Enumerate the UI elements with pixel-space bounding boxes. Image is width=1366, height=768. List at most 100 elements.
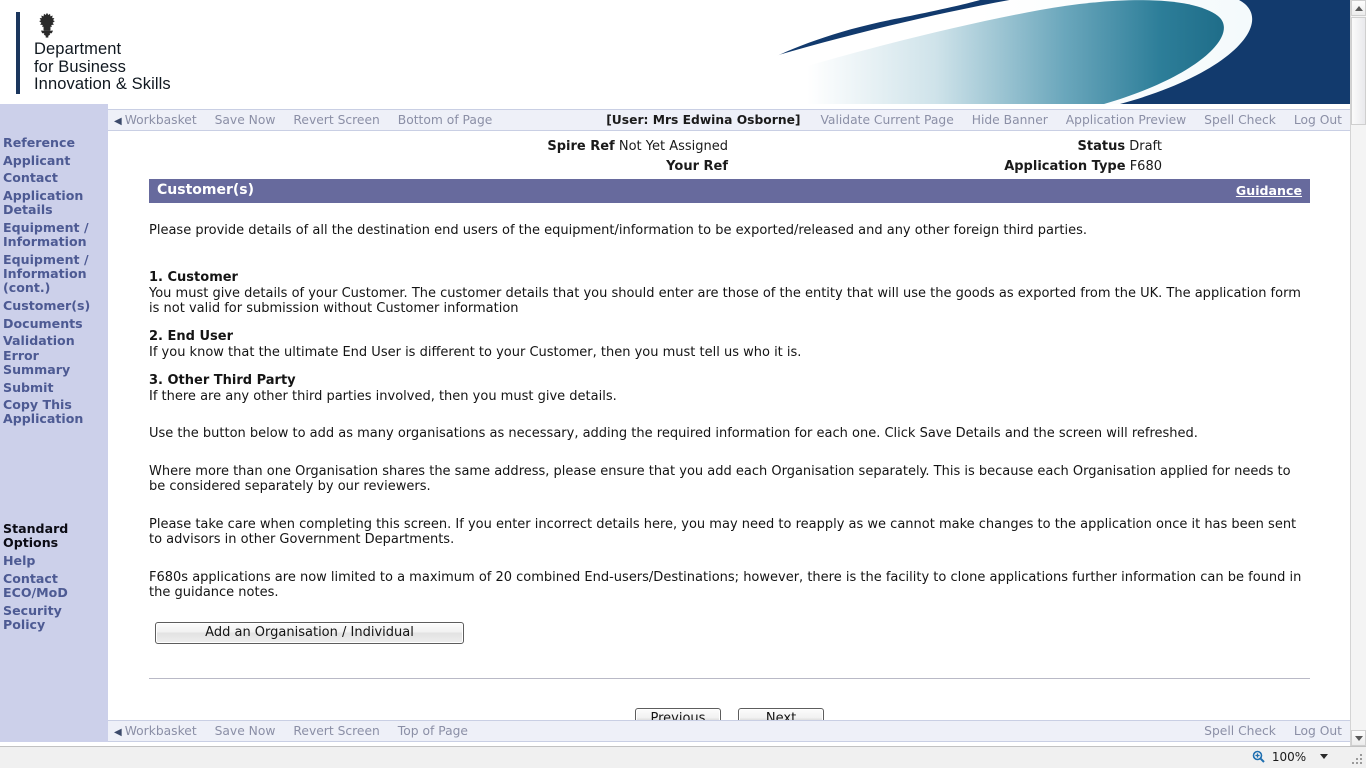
department-logo: Department for Business Innovation & Ski… bbox=[16, 12, 171, 94]
department-name-line1: Department bbox=[34, 40, 122, 58]
customer-heading: 1. Customer bbox=[149, 270, 238, 285]
zoom-dropdown-caret-icon[interactable] bbox=[1320, 754, 1328, 759]
browser-status-bar: 100% bbox=[0, 746, 1366, 768]
vertical-scrollbar[interactable] bbox=[1350, 0, 1366, 746]
current-user-label: [User: Mrs Edwina Osborne] bbox=[606, 113, 801, 127]
your-ref-row: Your Ref bbox=[108, 157, 728, 177]
intro-paragraph: Please provide details of all the destin… bbox=[149, 223, 1087, 238]
department-name-line3: Innovation & Skills bbox=[34, 75, 171, 93]
reference-left-column: Spire Ref Not Yet Assigned Your Ref bbox=[108, 137, 728, 177]
sidebar-item-copy-this-application[interactable]: Copy This Application bbox=[0, 398, 108, 427]
end-user-text: If you know that the ultimate End User i… bbox=[149, 345, 802, 360]
royal-crest-icon bbox=[39, 12, 55, 38]
top-nav-left-group: ◀ Workbasket Save Now Revert Screen Botto… bbox=[114, 113, 492, 127]
site-banner: Department for Business Innovation & Ski… bbox=[0, 0, 1350, 104]
footer-navigation-bar: ◀ Workbasket Save Now Revert Screen Top o… bbox=[108, 720, 1350, 742]
footer-nav-top-of-page[interactable]: Top of Page bbox=[398, 724, 468, 738]
reference-summary-bar: Spire Ref Not Yet Assigned Your Ref Stat… bbox=[108, 131, 1350, 179]
application-type-label: Application Type bbox=[1004, 159, 1126, 174]
top-nav-right-group: [User: Mrs Edwina Osborne] Validate Curr… bbox=[606, 113, 1342, 127]
end-user-heading: 2. End User bbox=[149, 329, 233, 344]
top-nav-save-now[interactable]: Save Now bbox=[215, 113, 276, 127]
page-title: Customer(s) bbox=[157, 182, 255, 198]
sidebar-primary-group: Reference Applicant Contact Application … bbox=[0, 104, 108, 427]
status-label: Status bbox=[1077, 139, 1126, 154]
footer-nav-log-out[interactable]: Log Out bbox=[1294, 724, 1342, 738]
footer-nav-left-group: ◀ Workbasket Save Now Revert Screen Top o… bbox=[114, 724, 468, 738]
your-ref-label: Your Ref bbox=[666, 159, 728, 174]
footer-nav-workbasket[interactable]: ◀ Workbasket bbox=[114, 724, 197, 738]
top-nav-revert-screen[interactable]: Revert Screen bbox=[293, 113, 379, 127]
customer-text: You must give details of your Customer. … bbox=[149, 286, 1301, 316]
add-organisations-paragraph: Use the button below to add as many orga… bbox=[149, 426, 1198, 441]
scroll-up-button[interactable] bbox=[1351, 0, 1366, 16]
other-third-party-heading: 3. Other Third Party bbox=[149, 373, 296, 388]
footer-nav-revert-screen[interactable]: Revert Screen bbox=[293, 724, 379, 738]
status-row: Status Draft bbox=[782, 137, 1162, 157]
application-type-row: Application Type F680 bbox=[782, 157, 1162, 177]
sidebar-item-contact-eco-mod[interactable]: Contact ECO/MoD bbox=[0, 571, 108, 600]
sidebar-navigation: Reference Applicant Contact Application … bbox=[0, 104, 108, 768]
top-nav-workbasket[interactable]: ◀ Workbasket bbox=[114, 113, 197, 127]
banner-swoosh bbox=[0, 0, 1350, 104]
sidebar-item-validation-error-summary[interactable]: Validation Error Summary bbox=[0, 334, 108, 377]
footer-nav-save-now[interactable]: Save Now bbox=[215, 724, 276, 738]
chevron-up-icon bbox=[1355, 6, 1363, 11]
main-content: Spire Ref Not Yet Assigned Your Ref Stat… bbox=[108, 131, 1350, 730]
zoom-control[interactable]: 100% bbox=[1252, 750, 1328, 764]
top-nav-bottom-of-page[interactable]: Bottom of Page bbox=[398, 113, 493, 127]
sidebar-item-equipment-information-cont[interactable]: Equipment / Information (cont.) bbox=[0, 252, 108, 296]
footer-nav-spell-check[interactable]: Spell Check bbox=[1204, 724, 1276, 738]
sidebar-item-help[interactable]: Help bbox=[0, 553, 108, 568]
sidebar-item-customers[interactable]: Customer(s) bbox=[0, 298, 108, 313]
department-name-line2: for Business bbox=[34, 57, 126, 76]
limit-paragraph: F680s applications are now limited to a … bbox=[149, 570, 1302, 600]
status-value: Draft bbox=[1129, 139, 1162, 154]
footer-nav-workbasket-label: Workbasket bbox=[124, 724, 197, 738]
instructions-body: Please provide details of all the destin… bbox=[149, 203, 1310, 644]
sidebar-item-documents[interactable]: Documents bbox=[0, 316, 108, 331]
guidance-link[interactable]: Guidance bbox=[1236, 183, 1302, 198]
sidebar-standard-options-heading: Standard Options bbox=[3, 521, 69, 551]
sidebar-item-applicant[interactable]: Applicant bbox=[0, 153, 108, 168]
sidebar-item-application-details[interactable]: Application Details bbox=[0, 188, 108, 217]
take-care-paragraph: Please take care when completing this sc… bbox=[149, 517, 1297, 547]
sidebar-item-equipment-information[interactable]: Equipment / Information bbox=[0, 220, 108, 249]
window-resize-grip-icon[interactable] bbox=[1350, 752, 1364, 766]
zoom-level-label: 100% bbox=[1271, 750, 1307, 764]
magnifier-plus-icon bbox=[1252, 750, 1265, 763]
spire-ref-label: Spire Ref bbox=[547, 139, 615, 154]
sidebar-item-contact[interactable]: Contact bbox=[0, 171, 108, 185]
other-third-party-text: If there are any other third parties inv… bbox=[149, 389, 617, 404]
top-nav-spell-check[interactable]: Spell Check bbox=[1204, 113, 1276, 127]
browser-page: Department for Business Innovation & Ski… bbox=[0, 0, 1366, 768]
sidebar-item-reference[interactable]: Reference bbox=[0, 135, 108, 150]
shared-address-paragraph: Where more than one Organisation shares … bbox=[149, 464, 1291, 494]
reference-right-column: Status Draft Application Type F680 bbox=[782, 137, 1162, 177]
sidebar-standard-options-group: Standard Options Help Contact ECO/MoD Se… bbox=[0, 521, 108, 632]
sidebar-item-submit[interactable]: Submit bbox=[0, 380, 108, 395]
back-arrow-icon: ◀ bbox=[114, 116, 122, 127]
section-header-bar: Customer(s) Guidance bbox=[149, 179, 1310, 203]
top-navigation-bar: ◀ Workbasket Save Now Revert Screen Botto… bbox=[108, 109, 1350, 131]
scrollbar-thumb[interactable] bbox=[1351, 17, 1366, 125]
back-arrow-icon: ◀ bbox=[114, 727, 122, 738]
application-type-value: F680 bbox=[1129, 159, 1162, 174]
sidebar-divider-space bbox=[0, 430, 108, 522]
spire-ref-row: Spire Ref Not Yet Assigned bbox=[108, 137, 728, 157]
top-nav-validate-current-page[interactable]: Validate Current Page bbox=[820, 113, 953, 127]
footer-nav-right-group: Spell Check Log Out bbox=[1204, 724, 1342, 738]
add-organisation-button[interactable]: Add an Organisation / Individual bbox=[155, 622, 464, 644]
scroll-down-button[interactable] bbox=[1351, 730, 1366, 746]
spire-ref-value: Not Yet Assigned bbox=[618, 139, 728, 154]
chevron-down-icon bbox=[1355, 736, 1363, 741]
sidebar-item-security-policy[interactable]: Security Policy bbox=[0, 603, 108, 632]
top-nav-hide-banner[interactable]: Hide Banner bbox=[972, 113, 1048, 127]
top-nav-application-preview[interactable]: Application Preview bbox=[1066, 113, 1186, 127]
top-nav-log-out[interactable]: Log Out bbox=[1294, 113, 1342, 127]
